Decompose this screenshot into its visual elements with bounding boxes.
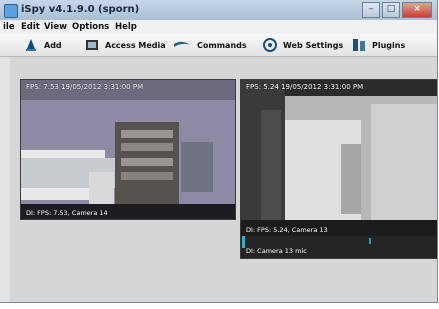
maximize-button[interactable]: □ <box>382 2 400 18</box>
plugins-icon <box>353 39 365 51</box>
add-button[interactable]: Add <box>24 38 62 52</box>
media-icon <box>86 40 98 50</box>
access-media-button[interactable]: Access Media <box>85 38 166 52</box>
app-window: iSpy v4.1.9.0 (sporn) – □ × ile Edit Vie… <box>0 0 438 303</box>
menu-help[interactable]: Help <box>115 22 137 32</box>
menu-file[interactable]: ile <box>3 22 15 32</box>
menu-bar: ile Edit View Options Help <box>0 20 437 34</box>
menu-options[interactable]: Options <box>72 22 109 32</box>
close-button[interactable]: × <box>402 2 432 18</box>
camera-13-overlay: FPS: 5.24 19/05/2012 3:31:00 PM <box>246 83 364 91</box>
access-media-label: Access Media <box>105 40 166 50</box>
window-controls: – □ × <box>360 2 432 18</box>
toolbar: Add Access Media Commands Web Settings P… <box>0 34 437 57</box>
plugins-button[interactable]: Plugins <box>352 38 405 52</box>
commands-icon <box>174 41 190 47</box>
menu-view[interactable]: View <box>44 22 67 32</box>
camera-13-footer: DI: FPS: 5.24, Camera 13 <box>246 226 328 234</box>
minimize-button[interactable]: – <box>362 2 380 18</box>
add-icon <box>26 39 36 51</box>
commands-button[interactable]: Commands <box>173 38 247 52</box>
window-title: iSpy v4.1.9.0 (sporn) <box>21 4 140 15</box>
camera-14-feed <box>21 80 235 219</box>
camera-area: FPS: 7.53 19/05/2012 3:31:00 PM DI: FPS:… <box>0 57 437 302</box>
app-icon <box>4 4 18 18</box>
camera-13-mic-label: DI: Camera 13 mic <box>246 247 307 255</box>
title-bar: iSpy v4.1.9.0 (sporn) – □ × <box>0 0 437 21</box>
web-settings-label: Web Settings <box>283 40 344 50</box>
plugins-label: Plugins <box>372 40 406 50</box>
camera-14-overlay: FPS: 7.53 19/05/2012 3:31:00 PM <box>26 83 144 91</box>
camera-14-footer: DI: FPS: 7.53, Camera 14 <box>26 209 108 217</box>
commands-label: Commands <box>197 40 247 50</box>
camera-panel-13[interactable]: FPS: 5.24 19/05/2012 3:31:00 PM DI: FPS:… <box>240 79 437 259</box>
add-label: Add <box>44 40 62 50</box>
menu-edit[interactable]: Edit <box>21 22 40 32</box>
left-strip <box>0 57 10 302</box>
web-settings-button[interactable]: Web Settings <box>263 38 343 52</box>
camera-panel-14[interactable]: FPS: 7.53 19/05/2012 3:31:00 PM DI: FPS:… <box>20 79 236 220</box>
web-settings-icon <box>263 38 277 52</box>
